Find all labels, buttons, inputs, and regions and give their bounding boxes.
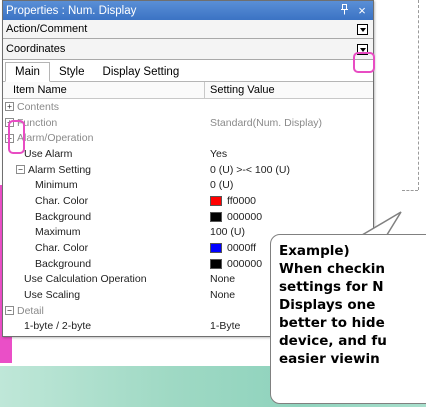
header-setting-value[interactable]: Setting Value <box>205 82 373 98</box>
pin-icon-glyph <box>340 3 348 14</box>
property-value: 1-Byte <box>210 320 241 333</box>
property-value-cell[interactable]: ff0000 <box>205 193 373 209</box>
property-name: Background <box>35 257 92 270</box>
property-name-cell: Char. Color <box>3 193 205 209</box>
property-name-cell: Maximum <box>3 225 205 241</box>
property-name-cell: Background <box>3 209 205 225</box>
property-row[interactable]: Minimum 0 (U) <box>3 177 373 193</box>
property-value: 0000ff <box>227 242 257 255</box>
property-value-cell[interactable]: Standard(Num. Display) <box>205 115 373 131</box>
property-value-cell[interactable] <box>205 99 373 115</box>
property-value: ff0000 <box>227 194 257 207</box>
header-item-name[interactable]: Item Name <box>3 82 205 98</box>
property-name: Alarm/Operation <box>17 132 94 145</box>
property-name-cell: Minimum <box>3 177 205 193</box>
section-action-comment-label: Action/Comment <box>6 23 88 35</box>
property-value-cell[interactable]: 0 (U) <box>205 177 373 193</box>
property-name: Use Calculation Operation <box>24 273 147 286</box>
callout-line: When checkin <box>279 261 385 277</box>
callout-line: easier viewin <box>279 351 380 367</box>
property-name: Char. Color <box>35 194 89 207</box>
callout-line: better to hide <box>279 315 385 331</box>
tab-strip: Main Style Display Setting <box>3 60 373 82</box>
dropdown-arrow-icon[interactable] <box>357 23 368 35</box>
color-swatch[interactable] <box>210 258 222 269</box>
property-value: 100 (U) <box>210 226 246 239</box>
property-row[interactable]: Use Alarm Yes <box>3 146 373 162</box>
color-swatch[interactable] <box>210 243 222 254</box>
property-name: Minimum <box>35 179 78 192</box>
property-value: Standard(Num. Display) <box>210 116 323 129</box>
property-name: Detail <box>17 304 44 317</box>
property-row[interactable]: + Contents <box>3 99 373 115</box>
property-name-cell: − Detail <box>3 303 205 319</box>
section-coordinates-label: Coordinates <box>6 43 66 55</box>
property-name-cell: Char. Color <box>3 240 205 256</box>
property-name-cell: − Alarm/Operation <box>3 130 205 146</box>
property-name: Char. Color <box>35 242 89 255</box>
property-value: 0 (U) >-< 100 (U) <box>210 163 290 176</box>
tab-style[interactable]: Style <box>50 63 94 81</box>
property-name-cell: Use Alarm <box>3 146 205 162</box>
property-name-cell: + Contents <box>3 99 205 115</box>
property-name-cell: 1-byte / 2-byte <box>3 319 205 335</box>
collapse-icon[interactable]: − <box>16 165 25 175</box>
tab-display-setting[interactable]: Display Setting <box>94 63 189 81</box>
property-row[interactable]: Background 000000 <box>3 209 373 225</box>
property-value-cell[interactable]: Yes <box>205 146 373 162</box>
callout-line: Displays one <box>279 297 376 313</box>
property-name: Contents <box>17 100 60 113</box>
property-row[interactable]: Char. Color ff0000 <box>3 193 373 209</box>
title-bar[interactable]: Properties : Num. Display × <box>3 1 373 20</box>
property-name: 1-byte / 2-byte <box>24 320 92 333</box>
property-name-cell: Use Scaling <box>3 287 205 303</box>
property-row[interactable]: − Alarm/Operation <box>3 130 373 146</box>
property-value: Yes <box>210 147 228 160</box>
property-value-cell[interactable]: 000000 <box>205 209 373 225</box>
highlight-expand-icons <box>8 120 25 154</box>
property-name: Use Scaling <box>24 289 81 302</box>
close-icon[interactable]: × <box>355 3 369 18</box>
expand-icon[interactable]: + <box>5 102 14 112</box>
property-name-cell: + Function <box>3 115 205 131</box>
property-value: None <box>210 289 236 302</box>
callout-line: device, and fu <box>279 333 387 349</box>
property-value: 000000 <box>227 210 263 223</box>
callout-line: Example) <box>279 243 350 259</box>
property-value-cell[interactable]: 0 (U) >-< 100 (U) <box>205 162 373 178</box>
tab-main[interactable]: Main <box>5 62 50 82</box>
window-title: Properties : Num. Display <box>6 4 137 17</box>
property-name: Alarm Setting <box>28 163 92 176</box>
property-row[interactable]: + Function Standard(Num. Display) <box>3 115 373 131</box>
highlight-coordinates-toggle <box>353 52 375 73</box>
property-value: 0 (U) <box>210 179 234 192</box>
dashed-guide-line <box>418 0 419 190</box>
collapse-icon[interactable]: − <box>5 306 14 316</box>
property-name-cell: Background <box>3 256 205 272</box>
pin-icon[interactable] <box>337 3 351 18</box>
property-value: 000000 <box>227 257 263 270</box>
property-name-cell: − Alarm Setting <box>3 162 205 178</box>
section-action-comment[interactable]: Action/Comment <box>3 20 373 39</box>
dashed-guide-line-horizontal <box>402 190 418 191</box>
color-swatch[interactable] <box>210 195 222 206</box>
property-name-cell: Use Calculation Operation <box>3 272 205 288</box>
property-name: Background <box>35 210 92 223</box>
property-value-cell[interactable] <box>205 130 373 146</box>
grid-header: Item Name Setting Value <box>3 82 373 99</box>
example-callout: Example) When checkin settings for N Dis… <box>270 234 426 404</box>
color-swatch[interactable] <box>210 211 222 222</box>
property-value: None <box>210 273 236 286</box>
section-coordinates[interactable]: Coordinates <box>3 39 373 60</box>
property-name: Use Alarm <box>24 147 73 160</box>
callout-line: settings for N <box>279 279 384 295</box>
property-row[interactable]: − Alarm Setting 0 (U) >-< 100 (U) <box>3 162 373 178</box>
property-name: Maximum <box>35 226 81 239</box>
